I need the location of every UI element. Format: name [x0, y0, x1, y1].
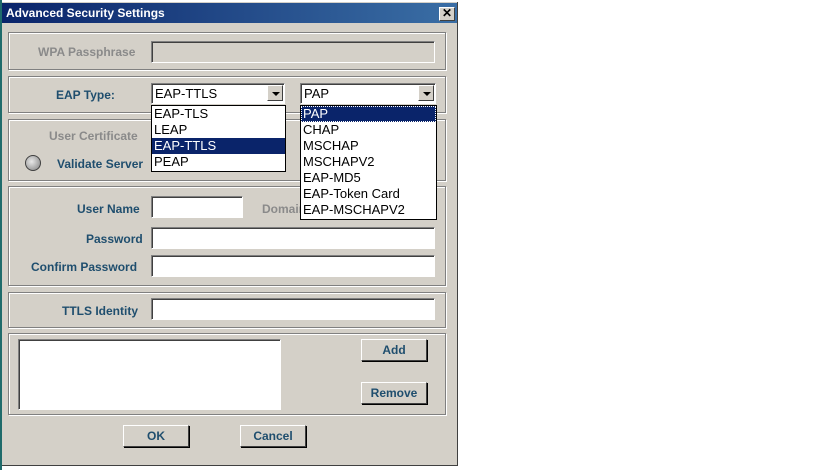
inner-auth-option[interactable]: MSCHAP — [301, 138, 436, 154]
wpa-passphrase-field — [151, 41, 435, 63]
ok-button[interactable]: OK — [123, 425, 189, 447]
inner-auth-option[interactable]: PAP — [301, 106, 436, 122]
chevron-down-icon[interactable] — [267, 85, 283, 101]
eap-type-option[interactable]: EAP-TTLS — [152, 138, 285, 154]
confirm-password-field[interactable] — [151, 255, 435, 277]
remove-button[interactable]: Remove — [361, 382, 427, 404]
user-certificate-label: User Certificate — [49, 129, 138, 143]
inner-auth-option[interactable]: EAP-MSCHAPV2 — [301, 202, 436, 218]
ttls-identity-label: TTLS Identity — [62, 304, 138, 318]
validate-server-radio[interactable] — [25, 155, 41, 171]
ttls-identity-field[interactable] — [151, 298, 435, 320]
confirm-password-label: Confirm Password — [31, 260, 138, 274]
password-label: Password — [86, 232, 143, 246]
password-field[interactable] — [151, 227, 435, 249]
close-icon[interactable]: ✕ — [439, 7, 455, 21]
validate-server-label: Validate Server — [57, 157, 144, 171]
eap-type-select[interactable]: EAP-TTLS — [151, 83, 285, 104]
inner-auth-dropdown[interactable]: PAP CHAP MSCHAP MSCHAPV2 EAP-MD5 EAP-Token Ca… — [300, 105, 437, 220]
add-button[interactable]: Add — [361, 339, 427, 361]
eap-type-label: EAP Type: — [56, 88, 115, 102]
inner-auth-option[interactable]: MSCHAPV2 — [301, 154, 436, 170]
window-title: Advanced Security Settings — [6, 6, 165, 20]
inner-auth-selected: PAP — [304, 86, 330, 101]
eap-type-option[interactable]: PEAP — [152, 154, 285, 170]
eap-type-dropdown[interactable]: EAP-TLS LEAP EAP-TTLS PEAP — [151, 105, 286, 172]
user-name-label: User Name — [77, 202, 140, 216]
eap-type-option[interactable]: LEAP — [152, 122, 285, 138]
eap-type-selected: EAP-TTLS — [155, 86, 218, 101]
eap-type-option[interactable]: EAP-TLS — [152, 106, 285, 122]
wpa-passphrase-label: WPA Passphrase — [38, 45, 136, 59]
inner-auth-select[interactable]: PAP — [300, 83, 436, 104]
inner-auth-option[interactable]: CHAP — [301, 122, 436, 138]
chevron-down-icon[interactable] — [418, 85, 434, 101]
inner-auth-option[interactable]: EAP-MD5 — [301, 170, 436, 186]
title-bar[interactable]: Advanced Security Settings ✕ — [2, 3, 457, 23]
server-list[interactable] — [18, 339, 281, 410]
user-name-field[interactable] — [151, 196, 243, 218]
cancel-button[interactable]: Cancel — [240, 425, 306, 447]
inner-auth-option[interactable]: EAP-Token Card — [301, 186, 436, 202]
